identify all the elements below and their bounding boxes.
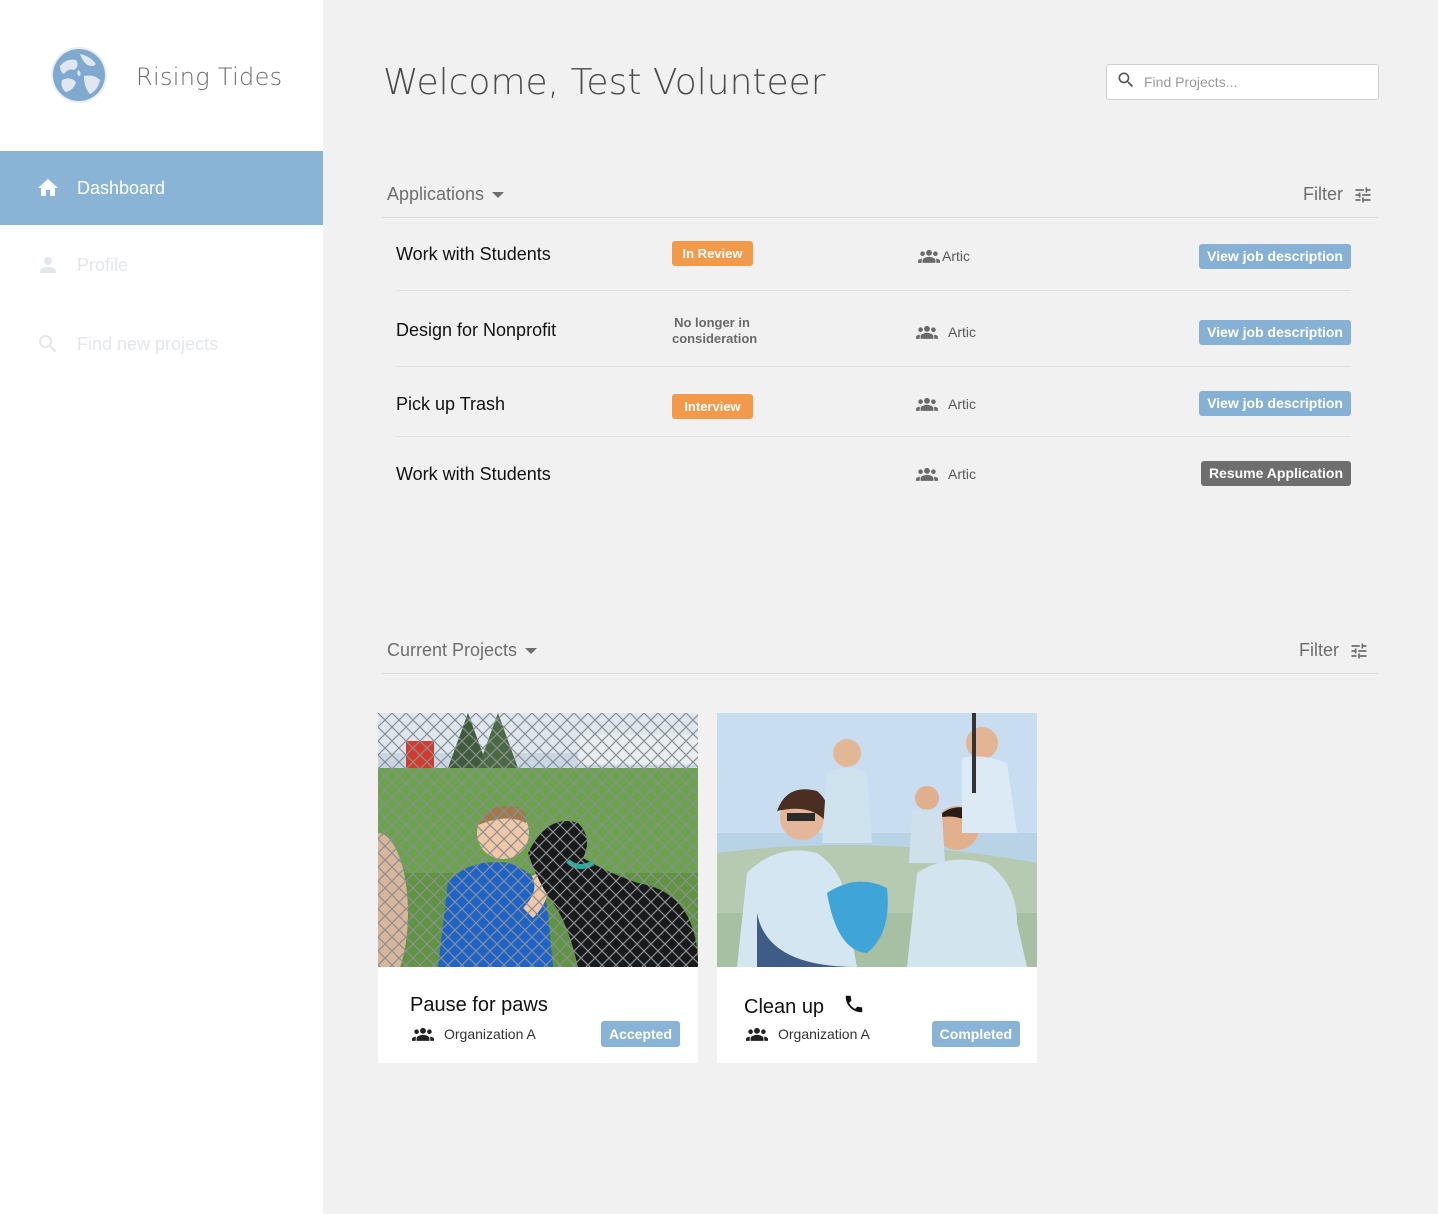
resume-application-button[interactable]: Resume Application — [1200, 461, 1351, 486]
application-title: Pick up Trash — [396, 394, 506, 414]
caret-down-icon — [492, 191, 505, 198]
status-text-line: No longer in — [674, 315, 750, 330]
status-badge: Interview — [672, 394, 753, 419]
caret-down-icon — [525, 647, 538, 654]
status-badge: In Review — [672, 241, 753, 266]
application-title: Work with Students — [396, 464, 551, 484]
section-title: Current Projects — [387, 640, 518, 660]
project-card[interactable]: Clean up Organization A Completed — [717, 713, 1037, 1063]
projects-header: Current Projects Filter — [381, 626, 1379, 674]
section-title: Applications — [387, 184, 485, 204]
project-card[interactable]: Pause for paws Organization A Accepted — [378, 713, 698, 1063]
sidebar-item-label: Profile — [77, 254, 129, 275]
view-job-description-button[interactable]: View job description — [1199, 244, 1351, 269]
group-icon — [916, 325, 938, 339]
sidebar-item-profile[interactable]: Profile — [0, 225, 323, 305]
organization-name: Artic — [942, 248, 970, 264]
project-cards: Pause for paws Organization A Accepted C… — [378, 713, 1037, 1063]
view-job-description-button[interactable]: View job description — [1199, 391, 1351, 416]
status-badge: Completed — [931, 1021, 1020, 1047]
search-icon — [1116, 70, 1136, 95]
table-row: Work with Students In Review Artic View … — [396, 218, 1351, 291]
group-icon — [746, 1027, 768, 1041]
search-input[interactable] — [1144, 74, 1364, 90]
sidebar-item-find-projects[interactable]: Find new projects — [0, 305, 323, 383]
applications-dropdown[interactable]: Applications — [387, 184, 505, 205]
home-icon — [36, 176, 60, 200]
group-icon — [412, 1027, 434, 1041]
table-row: Work with Students Artic Resume Applicat… — [396, 437, 1351, 511]
project-organization: Organization A — [746, 1026, 870, 1042]
status-badge: Accepted — [600, 1021, 680, 1047]
applications-filter-button[interactable]: Filter — [1303, 184, 1373, 205]
tune-icon — [1353, 185, 1373, 205]
projects-filter-button[interactable]: Filter — [1299, 640, 1369, 661]
applications-list: Work with Students In Review Artic View … — [396, 218, 1351, 511]
organization: Artic — [918, 248, 970, 264]
group-icon — [916, 467, 938, 481]
organization-name: Organization A — [778, 1026, 870, 1042]
app-name: Rising Tides — [136, 63, 283, 91]
brand[interactable]: Rising Tides — [50, 46, 282, 104]
tune-icon — [1349, 641, 1369, 661]
project-title: Pause for paws — [410, 994, 548, 1016]
group-icon — [916, 397, 938, 411]
status-text: No longer in consideration — [672, 315, 758, 347]
project-photo — [378, 713, 698, 967]
project-organization: Organization A — [412, 1026, 536, 1042]
filter-label: Filter — [1299, 640, 1339, 660]
page-title: Welcome, Test Volunteer — [383, 62, 826, 103]
search-box[interactable] — [1106, 64, 1379, 100]
sidebar-item-label: Dashboard — [77, 177, 166, 198]
organization: Artic — [916, 396, 976, 412]
view-job-description-button[interactable]: View job description — [1199, 320, 1351, 345]
applications-header: Applications Filter — [381, 170, 1379, 218]
phone-icon — [843, 993, 865, 1015]
application-title: Design for Nonprofit — [396, 320, 557, 340]
filter-label: Filter — [1303, 184, 1343, 204]
organization: Artic — [916, 466, 976, 482]
globe-logo-icon — [50, 46, 108, 104]
organization-name: Organization A — [444, 1026, 536, 1042]
organization-name: Artic — [948, 324, 976, 340]
project-photo — [717, 713, 1037, 967]
sidebar-item-label: Find new projects — [77, 333, 219, 354]
group-icon — [918, 249, 940, 263]
application-title: Work with Students — [396, 244, 551, 264]
project-title: Clean up — [744, 996, 825, 1018]
organization-name: Artic — [948, 396, 976, 412]
person-icon — [36, 253, 60, 277]
sidebar: Rising Tides Dashboard Profile Find new … — [0, 0, 323, 1214]
status-text-line: consideration — [672, 331, 758, 346]
organization-name: Artic — [948, 466, 976, 482]
organization: Artic — [916, 324, 976, 340]
table-row: Pick up Trash Interview Artic View job d… — [396, 367, 1351, 437]
sidebar-nav: Dashboard Profile Find new projects — [0, 151, 323, 383]
projects-dropdown[interactable]: Current Projects — [387, 640, 538, 661]
sidebar-item-dashboard[interactable]: Dashboard — [0, 151, 323, 225]
table-row: Design for Nonprofit No longer in consid… — [396, 291, 1351, 367]
search-icon — [36, 332, 60, 356]
